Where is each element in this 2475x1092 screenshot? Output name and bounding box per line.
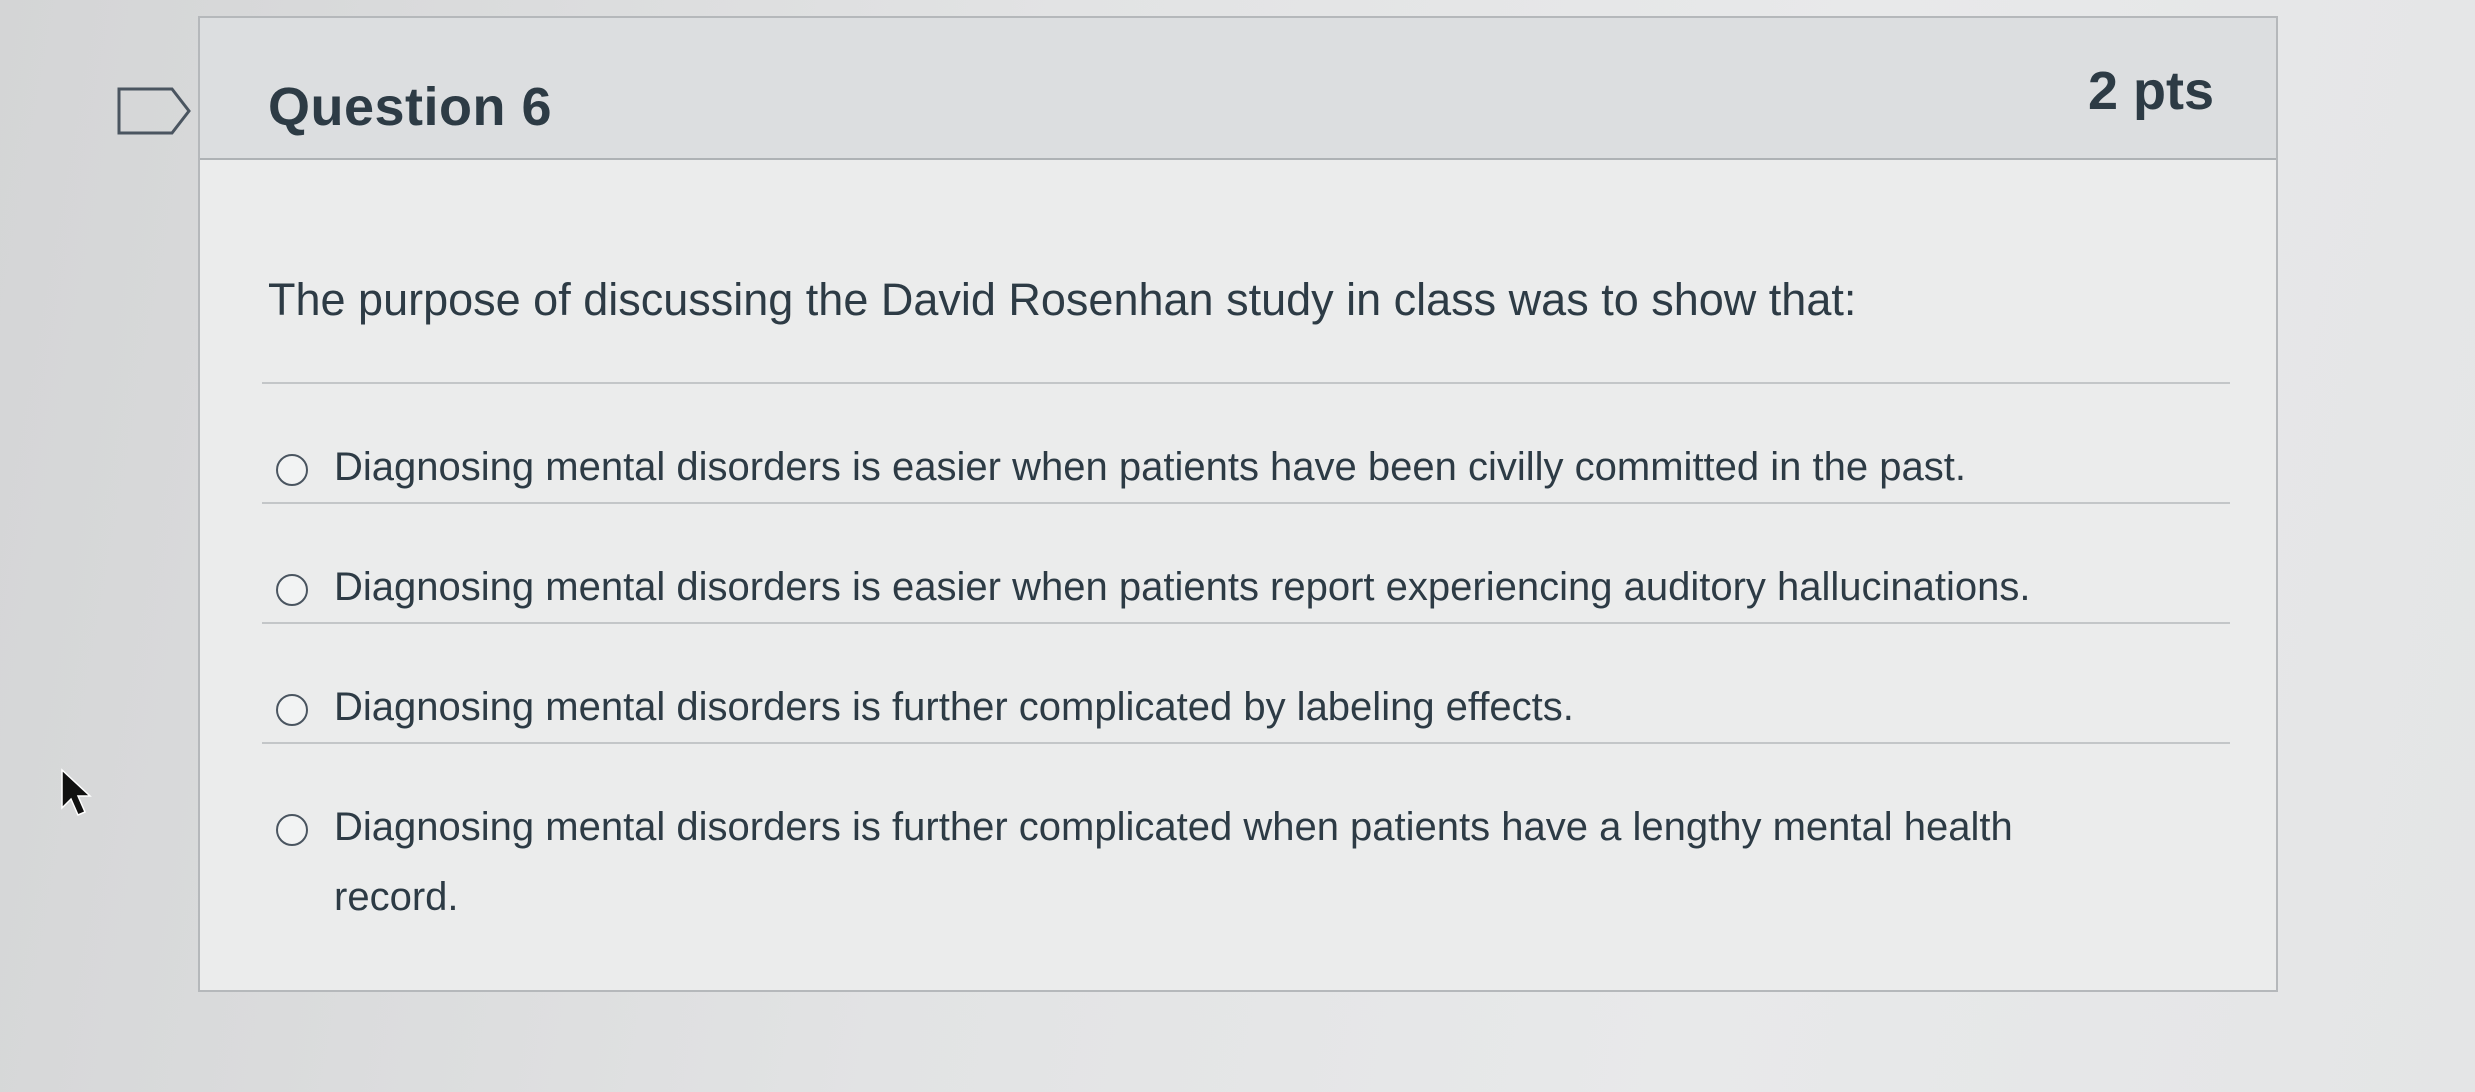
mouse-pointer-icon <box>61 768 92 816</box>
divider <box>262 622 2230 624</box>
divider <box>262 382 2230 384</box>
radio-button-icon[interactable] <box>276 454 308 486</box>
divider <box>262 502 2230 504</box>
answer-label: Diagnosing mental disorders is easier wh… <box>334 565 2031 609</box>
question-card: Question 6 2 pts The purpose of discussi… <box>198 16 2278 992</box>
radio-button-icon[interactable] <box>276 694 308 726</box>
answer-label: Diagnosing mental disorders is easier wh… <box>334 445 1966 489</box>
flag-question-icon[interactable] <box>116 86 192 136</box>
radio-button-icon[interactable] <box>276 574 308 606</box>
question-points: 2 pts <box>2087 61 2214 121</box>
answer-label: Diagnosing mental disorders is further c… <box>334 685 1574 729</box>
answer-label: Diagnosing mental disorders is further c… <box>334 805 2013 919</box>
question-title: Question 6 <box>268 77 553 137</box>
divider <box>262 742 2230 744</box>
question-prompt: The purpose of discussing the David Rose… <box>268 274 1857 325</box>
radio-button-icon[interactable] <box>276 814 308 846</box>
question-header: Question 6 2 pts <box>200 18 2276 160</box>
